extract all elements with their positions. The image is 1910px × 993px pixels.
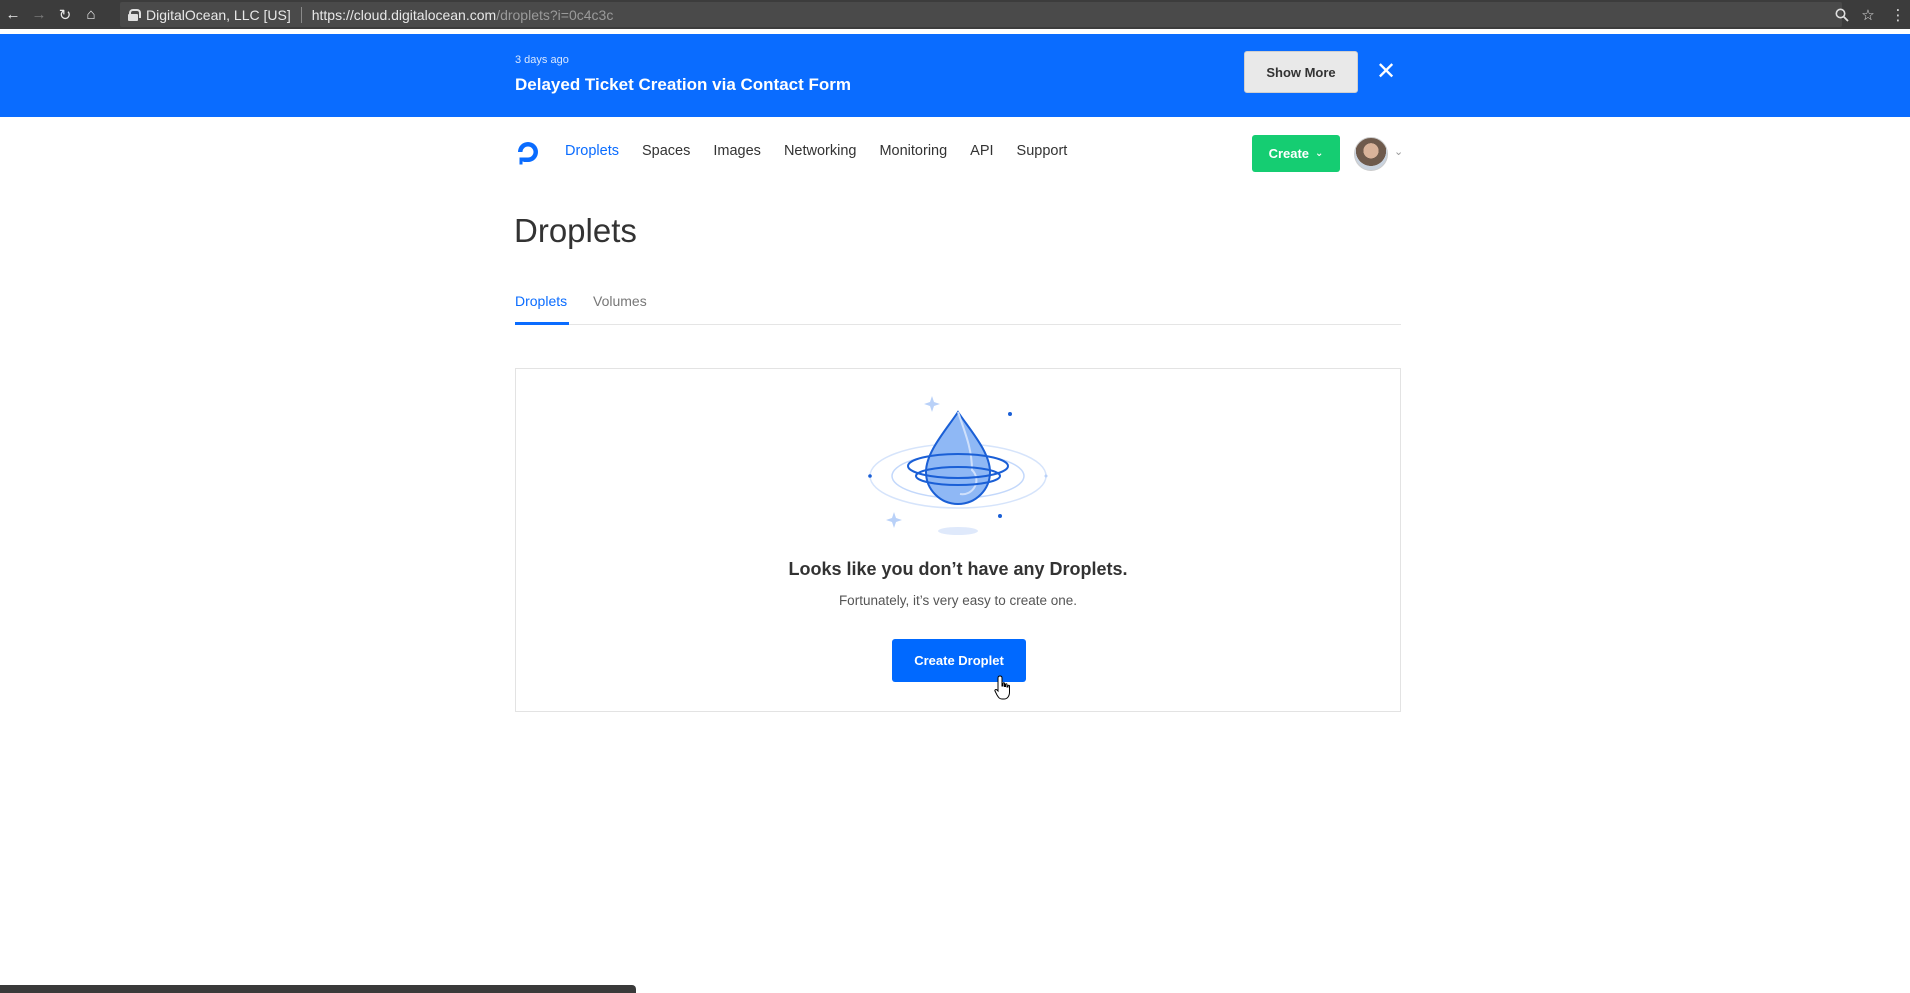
home-icon[interactable]: ⌂ bbox=[78, 0, 104, 29]
empty-state-heading: Looks like you don’t have any Droplets. bbox=[788, 559, 1128, 579]
empty-state-card: Looks like you don’t have any Droplets. … bbox=[515, 368, 1401, 712]
nav-item-api[interactable]: API bbox=[970, 143, 993, 159]
tab-droplets[interactable]: Droplets bbox=[515, 293, 567, 309]
banner-title: Delayed Ticket Creation via Contact Form bbox=[515, 75, 852, 94]
close-icon[interactable]: ✕ bbox=[1373, 59, 1399, 85]
hand-cursor-icon bbox=[994, 675, 1010, 700]
empty-state-subtext: Fortunately, it’s very easy to create on… bbox=[838, 593, 1078, 608]
show-more-button[interactable]: Show More bbox=[1244, 51, 1358, 93]
url-path: /droplets?i=0c4c3c bbox=[496, 6, 614, 23]
forward-icon[interactable]: → bbox=[26, 0, 52, 29]
create-button-label: Create bbox=[1268, 146, 1310, 161]
digitalocean-logo[interactable] bbox=[514, 139, 542, 167]
active-tab-indicator bbox=[515, 322, 569, 325]
address-divider bbox=[300, 6, 302, 23]
nav-item-droplets[interactable]: Droplets bbox=[565, 143, 619, 159]
chevron-down-icon: ⌄ bbox=[1315, 148, 1324, 159]
lock-icon bbox=[128, 8, 141, 21]
banner-timestamp: 3 days ago bbox=[515, 54, 569, 66]
page-title: Droplets bbox=[514, 212, 637, 249]
avatar[interactable] bbox=[1354, 137, 1388, 171]
nav-item-networking[interactable]: Networking bbox=[784, 143, 857, 159]
nav-item-images[interactable]: Images bbox=[713, 143, 761, 159]
site-identity: DigitalOcean, LLC [US] bbox=[146, 6, 291, 23]
main-nav: Droplets Spaces Images Networking Monito… bbox=[565, 143, 1090, 159]
browser-menu-icon[interactable]: ⋮ bbox=[1886, 0, 1910, 29]
nav-item-spaces[interactable]: Spaces bbox=[642, 143, 690, 159]
nav-item-monitoring[interactable]: Monitoring bbox=[879, 143, 947, 159]
create-button[interactable]: Create ⌄ bbox=[1252, 135, 1340, 172]
url-host: https://cloud.digitalocean.com bbox=[311, 6, 497, 23]
notice-banner: 3 days ago Delayed Ticket Creation via C… bbox=[0, 34, 1910, 117]
bookmark-star-icon[interactable]: ☆ bbox=[1856, 0, 1880, 29]
nav-item-support[interactable]: Support bbox=[1017, 143, 1068, 159]
reload-icon[interactable]: ↻ bbox=[52, 0, 78, 29]
browser-toolbar: ← → ↻ ⌂ DigitalOcean, LLC [US] https://c… bbox=[0, 0, 1910, 29]
address-bar[interactable]: DigitalOcean, LLC [US] https://cloud.dig… bbox=[120, 2, 1842, 27]
zoom-icon[interactable] bbox=[1830, 0, 1854, 29]
status-bar bbox=[0, 985, 636, 993]
tab-bar: Droplets Volumes bbox=[515, 280, 1401, 325]
droplet-illustration bbox=[868, 396, 1048, 535]
chevron-down-icon[interactable]: ⌄ bbox=[1394, 145, 1403, 158]
back-icon[interactable]: ← bbox=[0, 0, 26, 29]
tab-volumes[interactable]: Volumes bbox=[593, 293, 647, 309]
